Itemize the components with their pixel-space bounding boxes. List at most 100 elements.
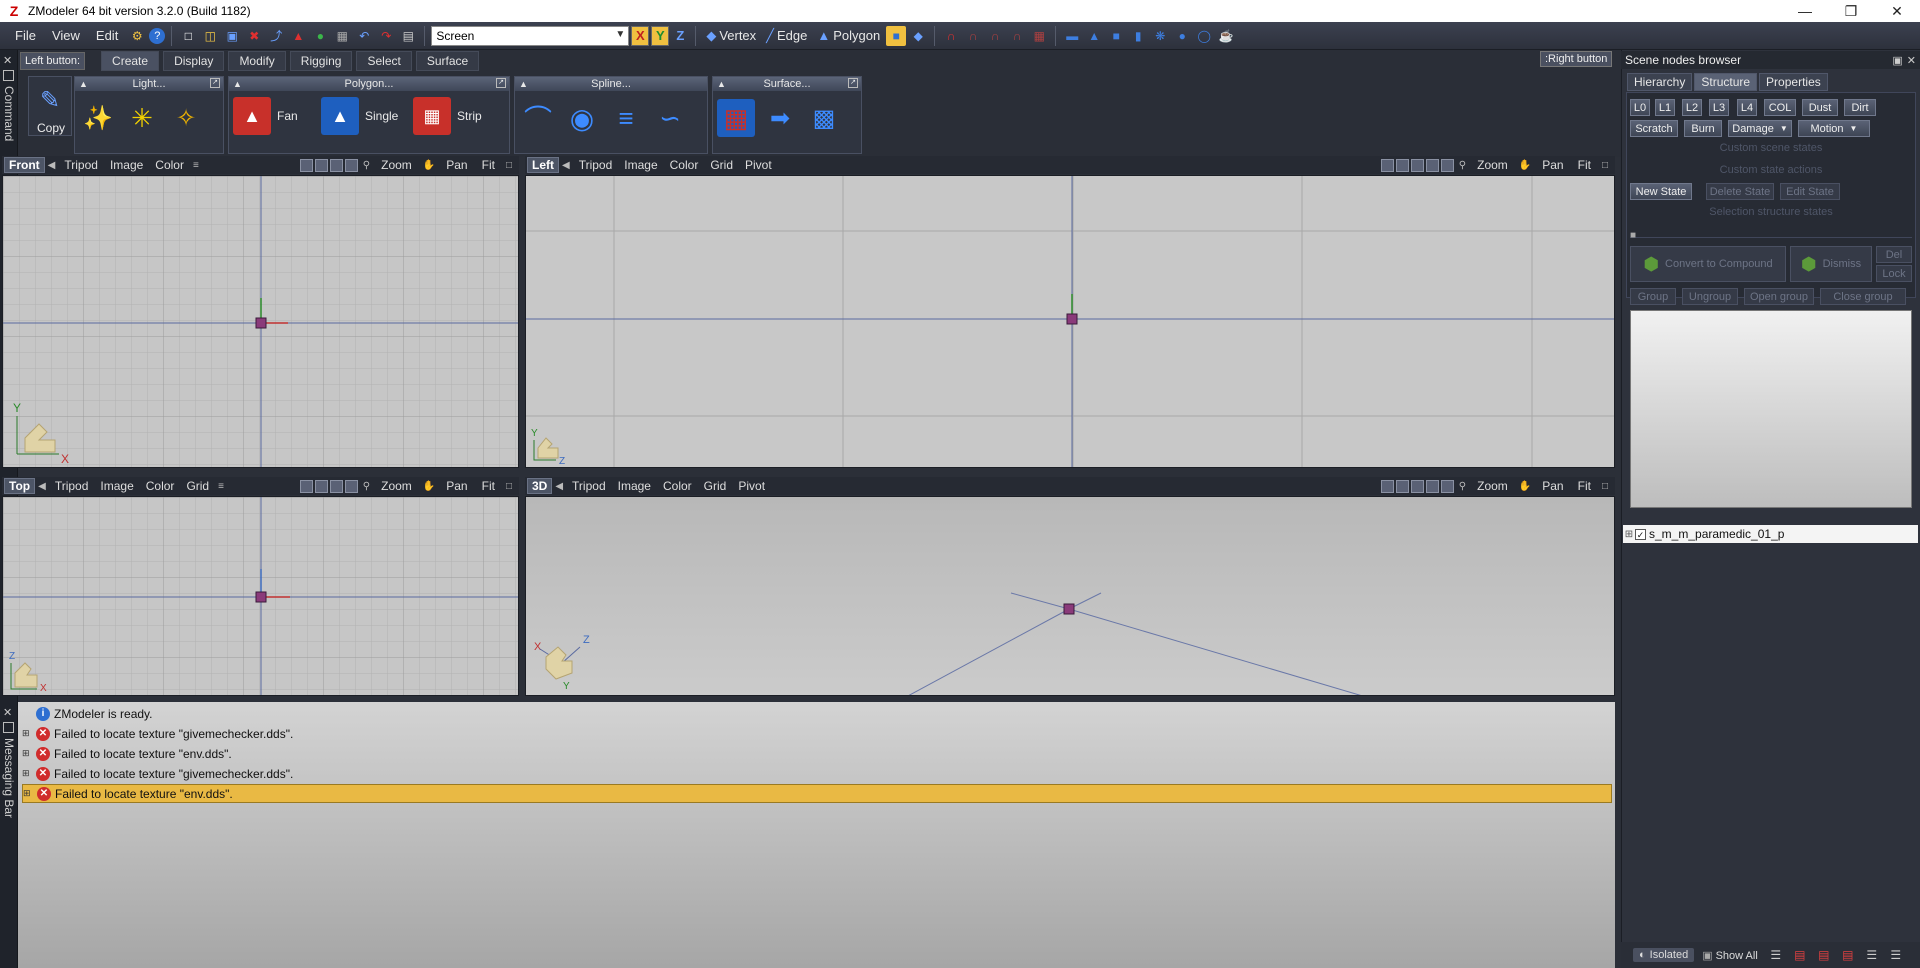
maximize-icon[interactable]: □ — [503, 481, 515, 492]
group-options-icon[interactable]: ↗ — [496, 78, 506, 88]
left-viewport[interactable]: Y Z — [525, 175, 1615, 468]
left-viewport-name[interactable]: Left — [527, 157, 559, 173]
ungroup-button[interactable]: Ungroup — [1682, 288, 1738, 305]
magnet-edge-icon[interactable]: ∩ — [963, 26, 983, 46]
options-icon[interactable]: ⚙ — [127, 26, 147, 46]
texture-icon[interactable] — [329, 158, 343, 172]
display-mode-icon[interactable] — [299, 158, 313, 172]
message-row-selected[interactable]: ⊞ ✕ Failed to locate texture "env.dds". — [22, 784, 1612, 803]
lighting-icon[interactable] — [1425, 158, 1439, 172]
collapse-icon[interactable]: ▲ — [717, 77, 726, 91]
message-row[interactable]: ⊞ ✕ Failed to locate texture "givemechec… — [22, 724, 1612, 743]
left-fit[interactable]: Fit — [1572, 158, 1597, 172]
polygon-mode-button[interactable]: ▲ Polygon — [813, 28, 884, 43]
top-viewport[interactable]: Z X — [2, 496, 519, 696]
dust-button[interactable]: Dust — [1802, 99, 1838, 116]
tree-item[interactable]: ⊞ ✓ s_m_m_paramedic_01_p — [1623, 525, 1918, 543]
texture-icon[interactable] — [1410, 158, 1424, 172]
isolated-toggle[interactable]: ◐ Isolated — [1633, 948, 1695, 962]
display-mode-icon[interactable] — [1380, 158, 1394, 172]
expand-icon[interactable]: ⊞ — [22, 748, 32, 759]
delete-state-button[interactable]: Delete State — [1706, 183, 1774, 200]
close-icon[interactable]: ✕ — [3, 54, 12, 67]
message-row[interactable]: ⊞ ✕ Failed to locate texture "givemechec… — [22, 764, 1612, 783]
top-viewport-name[interactable]: Top — [4, 478, 36, 494]
front-menu-color[interactable]: Color — [149, 158, 190, 172]
polygon-single-tool[interactable]: ▲ Single — [321, 97, 398, 135]
front-viewport[interactable]: Y X — [2, 175, 519, 468]
message-row[interactable]: i ZModeler is ready. — [22, 704, 1612, 723]
top-menu-image[interactable]: Image — [94, 479, 139, 493]
collapse-icon[interactable]: ▲ — [233, 77, 242, 91]
surface-grid-tool[interactable]: ▦ — [717, 99, 755, 137]
dismiss-button[interactable]: ⬢ Dismiss — [1790, 246, 1872, 282]
scratch-button[interactable]: Scratch — [1630, 120, 1678, 137]
close-icon[interactable]: ✕ — [1907, 54, 1920, 67]
front-fit[interactable]: Fit — [476, 158, 501, 172]
settings-icon[interactable]: ▦ — [332, 26, 352, 46]
left-menu-grid[interactable]: Grid — [704, 158, 739, 172]
magnet-grid-icon[interactable]: ∩ — [1007, 26, 1027, 46]
tab-properties[interactable]: Properties — [1759, 73, 1828, 91]
open-folder-icon[interactable]: ◫ — [200, 26, 220, 46]
pin-icon[interactable] — [3, 70, 14, 81]
shading-icon[interactable] — [1395, 479, 1409, 493]
coordinate-system-select[interactable]: Screen ▼ — [431, 25, 630, 46]
save-icon[interactable]: ▣ — [222, 26, 242, 46]
chevron-left-icon[interactable]: ◀ — [559, 160, 573, 171]
export-icon[interactable]: ▲ — [288, 26, 308, 46]
tab-modify[interactable]: Modify — [228, 51, 286, 71]
visibility-checkbox[interactable]: ✓ — [1635, 528, 1646, 540]
lod-l3-button[interactable]: L3 — [1709, 99, 1729, 116]
cylinder-icon[interactable]: ▮ — [1128, 26, 1148, 46]
shading-icon[interactable] — [314, 479, 328, 493]
expand-icon[interactable]: ⊞ — [22, 728, 32, 739]
expand-icon[interactable]: ⊞ — [23, 788, 33, 799]
texture-icon[interactable] — [1425, 479, 1439, 493]
restore-button[interactable]: ❐ — [1828, 0, 1874, 22]
3d-viewport-name[interactable]: 3D — [527, 478, 553, 494]
motion-dropdown[interactable]: Motion ▼ — [1798, 120, 1870, 137]
render-icon[interactable]: ● — [310, 26, 330, 46]
clipboard-icon[interactable]: ▤ — [398, 26, 418, 46]
3d-zoom[interactable]: Zoom — [1471, 479, 1514, 493]
display-mode-icon[interactable] — [1380, 479, 1394, 493]
new-file-icon[interactable]: □ — [178, 26, 198, 46]
pin-icon[interactable] — [3, 722, 14, 733]
3d-menu-pivot[interactable]: Pivot — [732, 479, 771, 493]
new-state-button[interactable]: New State — [1630, 183, 1692, 200]
spline-helix-tool[interactable]: ≡ — [607, 99, 645, 137]
snap-settings-icon[interactable]: ▦ — [1029, 26, 1049, 46]
display-mode-icon[interactable] — [299, 479, 313, 493]
damage-dropdown[interactable]: Damage ▼ — [1728, 120, 1792, 137]
spline-curve-tool[interactable]: ∽ — [651, 99, 689, 137]
teapot-icon[interactable]: ☕ — [1216, 26, 1236, 46]
collapse-all-icon[interactable]: ▤ — [1814, 945, 1834, 965]
lod-l1-button[interactable]: L1 — [1655, 99, 1675, 116]
top-pan[interactable]: Pan — [440, 479, 473, 493]
more-icon[interactable]: ≡ — [190, 160, 202, 171]
left-menu-tripod[interactable]: Tripod — [573, 158, 619, 172]
lighting-icon[interactable] — [1440, 479, 1454, 493]
axis-y-toggle[interactable]: Y — [651, 25, 670, 46]
group-options-icon[interactable]: ↗ — [210, 78, 220, 88]
top-menu-grid[interactable]: Grid — [180, 479, 215, 493]
tab-create[interactable]: Create — [101, 51, 160, 71]
snap-icon[interactable]: ◆ — [908, 26, 928, 46]
left-menu-image[interactable]: Image — [618, 158, 663, 172]
menu-file[interactable]: File — [8, 26, 43, 45]
top-zoom[interactable]: Zoom — [375, 479, 418, 493]
show-all-button[interactable]: ▣ Show All — [1698, 948, 1762, 963]
vertex-mode-button[interactable]: ◆ Vertex — [702, 28, 760, 44]
3d-menu-tripod[interactable]: Tripod — [566, 479, 612, 493]
lod-l0-button[interactable]: L0 — [1630, 99, 1650, 116]
import-icon[interactable]: ⤴ — [266, 26, 286, 46]
close-button[interactable]: ✕ — [1874, 0, 1920, 22]
plane-icon[interactable]: ▬ — [1062, 26, 1082, 46]
tab-hierarchy[interactable]: Hierarchy — [1627, 73, 1693, 91]
burn-button[interactable]: Burn — [1684, 120, 1722, 137]
group-options-icon[interactable]: ↗ — [848, 78, 858, 88]
open-group-button[interactable]: Open group — [1744, 288, 1814, 305]
states-list[interactable]: ■ — [1630, 226, 1912, 241]
pin-icon[interactable]: ▣ — [1892, 54, 1906, 67]
